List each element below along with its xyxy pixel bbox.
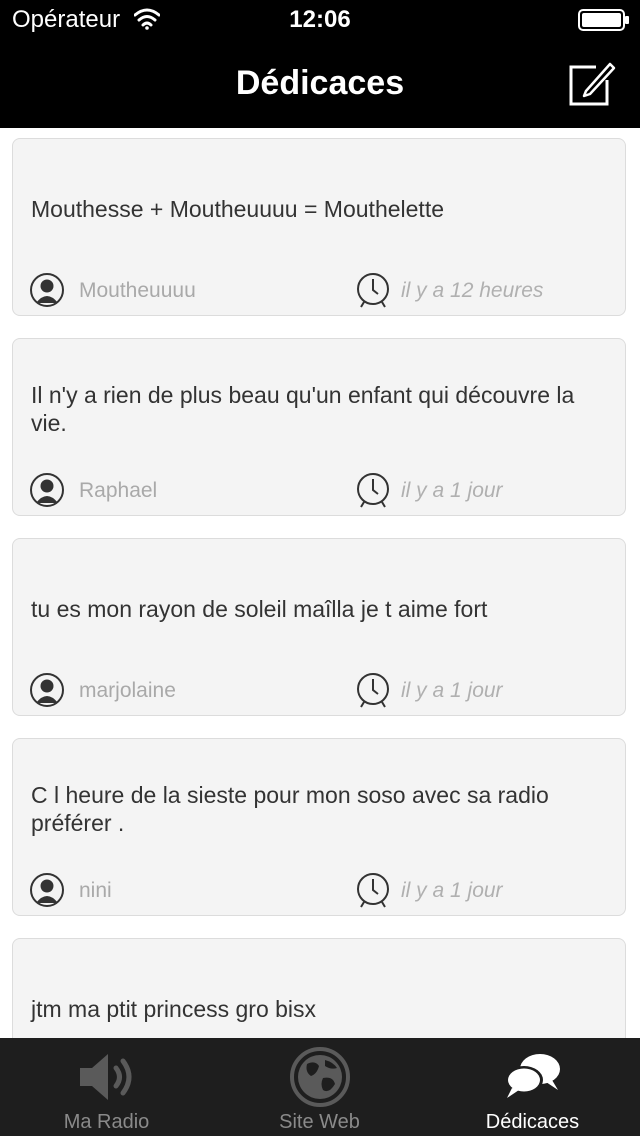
dedication-message: Il n'y a rien de plus beau qu'un enfant … xyxy=(31,382,575,436)
posted-time: il y a 1 jour xyxy=(401,479,503,502)
clock-icon xyxy=(357,473,389,508)
clock-icon xyxy=(357,873,389,908)
speaker-icon xyxy=(80,1054,132,1100)
posted-time: il y a 12 heures xyxy=(401,279,544,302)
dedication-message: tu es mon rayon de soleil maîlla je t ai… xyxy=(31,596,488,622)
clock-time: 12:06 xyxy=(289,6,351,33)
tab-label: Site Web xyxy=(279,1111,360,1133)
dedications-list[interactable]: Mouthesse + Moutheuuuu = Mouthelette Mou… xyxy=(0,128,640,1038)
user-icon xyxy=(30,273,64,307)
author-name: Raphael xyxy=(79,479,158,502)
clock-icon xyxy=(357,273,389,308)
tab-label: Ma Radio xyxy=(63,1111,150,1133)
globe-icon xyxy=(290,1047,350,1107)
dedication-card[interactable]: tu es mon rayon de soleil maîlla je t ai… xyxy=(12,538,626,716)
user-icon xyxy=(30,473,64,507)
navigation-bar: Dédicaces xyxy=(0,40,640,128)
compose-button[interactable] xyxy=(566,58,616,108)
user-icon xyxy=(30,873,64,907)
tab-dedicaces[interactable]: Dédicaces xyxy=(426,1038,639,1136)
battery-icon xyxy=(578,9,629,31)
dedication-card[interactable]: Mouthesse + Moutheuuuu = Mouthelette Mou… xyxy=(12,138,626,316)
status-bar: Opérateur 12:06 xyxy=(0,0,640,40)
dedication-message: jtm ma ptit princess gro bisx xyxy=(31,996,317,1022)
user-icon xyxy=(30,673,64,707)
chat-bubbles-icon xyxy=(505,1054,560,1098)
compose-icon xyxy=(569,62,616,106)
tab-site-web[interactable]: Site Web xyxy=(213,1038,426,1136)
clock-icon xyxy=(357,673,389,708)
posted-time: il y a 1 jour xyxy=(401,879,503,902)
dedication-card[interactable]: C l heure de la sieste pour mon soso ave… xyxy=(12,738,626,916)
tab-label: Dédicaces xyxy=(485,1111,580,1133)
page-title: Dédicaces xyxy=(235,64,405,102)
tab-bar: Ma Radio Site Web Dédicaces xyxy=(0,1038,640,1136)
author-name: marjolaine xyxy=(79,679,176,702)
author-name: nini xyxy=(79,879,112,902)
author-name: Moutheuuuu xyxy=(79,279,196,302)
dedication-card[interactable]: Il n'y a rien de plus beau qu'un enfant … xyxy=(12,338,626,516)
dedication-card[interactable]: jtm ma ptit princess gro bisx xyxy=(12,938,626,1038)
dedication-message: C l heure de la sieste pour mon soso ave… xyxy=(31,782,549,836)
tab-ma-radio[interactable]: Ma Radio xyxy=(0,1038,213,1136)
dedication-message: Mouthesse + Moutheuuuu = Mouthelette xyxy=(31,196,445,222)
posted-time: il y a 1 jour xyxy=(401,679,503,702)
